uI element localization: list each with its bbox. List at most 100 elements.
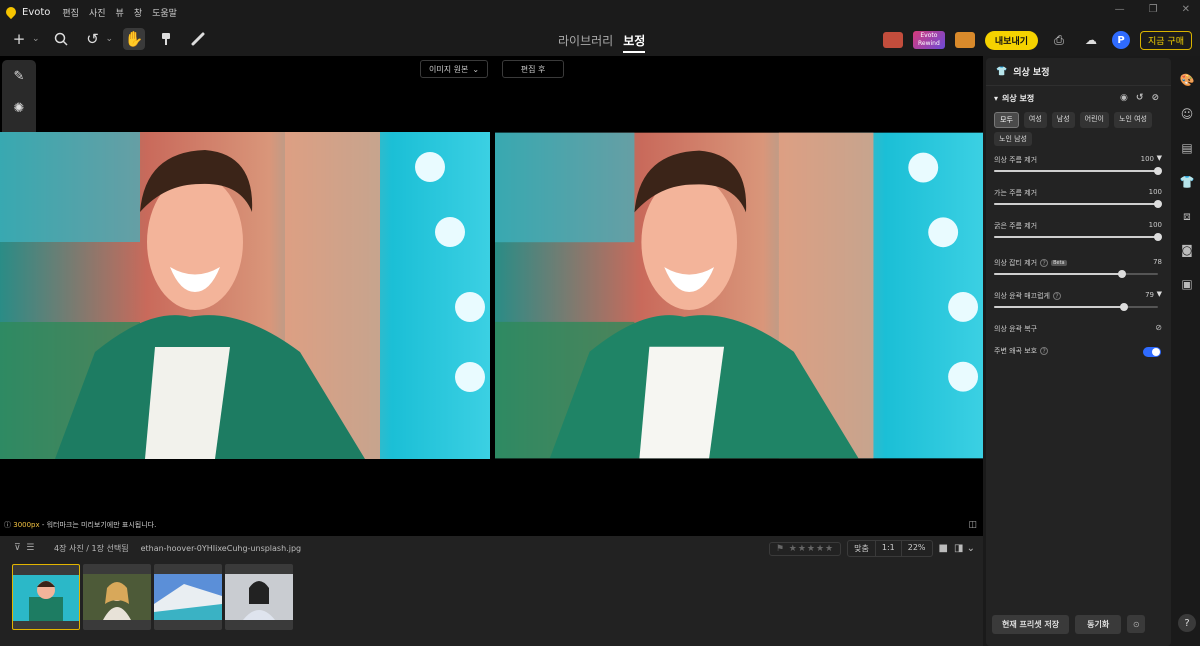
- thumbnail-1[interactable]: [12, 564, 80, 630]
- resolution-label: 3000px: [13, 521, 40, 529]
- crop-icon[interactable]: ⧈: [1183, 204, 1191, 228]
- toolbar: + ⌄ ↺ ⌄ ✋ 라이브러리 보정 Evoto Rewind 내보내기 ⎙ ☁…: [0, 24, 1200, 56]
- rating-stars[interactable]: ⚑ ★★★★★: [768, 541, 842, 556]
- single-view-icon[interactable]: ■: [939, 543, 948, 554]
- search-icon[interactable]: [50, 28, 72, 50]
- chip-child[interactable]: 어린이: [1079, 112, 1109, 128]
- slider-value: 79: [1145, 291, 1154, 299]
- clear-icon[interactable]: ⊘: [1151, 93, 1159, 103]
- undo-dropdown-icon[interactable]: ⌄: [106, 34, 114, 44]
- blur-icon[interactable]: ✺: [14, 101, 25, 116]
- info-icon[interactable]: ?: [1040, 347, 1049, 355]
- folder-icon[interactable]: ▣: [1181, 272, 1192, 296]
- sync-button[interactable]: 동기화: [1075, 615, 1122, 634]
- view-toggle: 이미지 원본 ⌄ 편집 후: [420, 60, 565, 78]
- hand-tool-icon[interactable]: ✋: [123, 28, 146, 50]
- thumbnail-2[interactable]: [83, 564, 151, 630]
- info-icon[interactable]: ?: [1052, 292, 1061, 300]
- close-icon[interactable]: ✕: [1182, 4, 1190, 15]
- zoom-dropdown[interactable]: 22%: [902, 541, 932, 556]
- menu-window[interactable]: 창: [134, 6, 142, 19]
- slider-label: 의상 윤곽 매끄럽게: [994, 292, 1050, 300]
- maximize-icon[interactable]: ❐: [1149, 4, 1158, 15]
- portrait-edit-icon[interactable]: ✎: [14, 69, 25, 84]
- palette-icon[interactable]: 🎨: [1180, 68, 1195, 92]
- thumbnail-3[interactable]: [154, 564, 222, 630]
- gift-icon[interactable]: [882, 32, 903, 48]
- chip-elderly-female[interactable]: 노인 여성: [1114, 112, 1152, 128]
- section-header[interactable]: ▾ 의상 보정 ◉ ↺ ⊘: [986, 90, 1171, 106]
- image-canvas[interactable]: ✎ ✺ ◷ 이미지 원본⌄ 편집 후: [0, 56, 983, 536]
- chevron-down-icon: ⌄: [472, 64, 480, 74]
- brush-tool-icon[interactable]: [155, 28, 177, 50]
- undo-icon[interactable]: ↺: [82, 28, 104, 50]
- camera-icon[interactable]: ◙: [1181, 238, 1193, 262]
- evoto-rewind-badge[interactable]: Evoto Rewind: [912, 31, 945, 49]
- slider-knob[interactable]: [1154, 233, 1162, 241]
- current-filename: ethan-hoover-0YHIixeCuhg-unsplash.jpg: [140, 543, 302, 553]
- distortion-protect-row: 주변 왜곡 보호 ?: [994, 346, 1162, 356]
- tab-library[interactable]: 라이브러리: [558, 32, 613, 53]
- clothing-icon[interactable]: 👕: [1180, 170, 1195, 194]
- slider-knob[interactable]: [1154, 200, 1162, 208]
- filter-icon[interactable]: ⊽ ☰: [14, 543, 34, 553]
- slider-knob[interactable]: [1117, 270, 1126, 278]
- fit-button[interactable]: 맞춤: [848, 541, 876, 556]
- after-view-button[interactable]: 편집 후: [502, 60, 565, 78]
- original-view-dropdown[interactable]: 이미지 원본 ⌄: [420, 60, 489, 78]
- contour-restore-label: 의상 윤곽 복구: [994, 325, 1038, 333]
- zoom-controls: 맞춤 1:1 22%: [847, 540, 933, 557]
- save-preset-button[interactable]: 현재 프리셋 저장: [992, 615, 1070, 634]
- menu-help[interactable]: 도움말: [152, 6, 177, 19]
- cloud-icon[interactable]: ☁: [1080, 29, 1102, 51]
- app-name: Evoto: [22, 6, 51, 18]
- chip-elderly-male[interactable]: 노인 남성: [994, 132, 1032, 146]
- distortion-protect-toggle[interactable]: [1143, 347, 1161, 357]
- avatar[interactable]: P: [1112, 31, 1131, 49]
- filmstrip: [0, 560, 983, 646]
- buy-now-button[interactable]: 지금 구매: [1140, 30, 1192, 50]
- slider-track[interactable]: [994, 200, 1162, 208]
- dropdown-caret-icon[interactable]: ▼: [1157, 154, 1162, 162]
- chip-male[interactable]: 남성: [1051, 112, 1075, 128]
- slider-label: 의상 주름 제거: [994, 156, 1038, 164]
- help-icon[interactable]: ?: [1178, 614, 1196, 632]
- info-icon[interactable]: ?: [1040, 259, 1049, 267]
- dropdown-caret-icon[interactable]: ▼: [1157, 290, 1162, 298]
- slider-track[interactable]: [994, 303, 1158, 311]
- eraser-tool-icon[interactable]: [187, 28, 209, 50]
- add-icon[interactable]: +: [8, 28, 30, 50]
- tab-retouch[interactable]: 보정: [623, 32, 646, 53]
- minimize-icon[interactable]: —: [1115, 4, 1125, 15]
- promo-ticket-icon[interactable]: [954, 32, 975, 48]
- slider-track[interactable]: [994, 233, 1162, 241]
- compare-split-icon[interactable]: ◫: [968, 520, 977, 530]
- reset-icon[interactable]: ↺: [1136, 93, 1144, 103]
- menu-view[interactable]: 뷰: [116, 6, 124, 19]
- thumbnail-4[interactable]: [225, 564, 293, 630]
- restore-brush-icon[interactable]: ⊘: [1155, 323, 1162, 332]
- slider-knob[interactable]: [1154, 167, 1162, 175]
- sync-settings-icon[interactable]: ⊙: [1127, 615, 1146, 633]
- chip-female[interactable]: 여성: [1023, 112, 1047, 128]
- title-bar: Evoto 편집 사진 뷰 창 도움말 — ❐ ✕: [0, 0, 1200, 24]
- visibility-icon[interactable]: ◉: [1120, 93, 1128, 103]
- tool-rail: 🎨 ☺ ▤ 👕 ⧈ ◙ ▣: [1174, 58, 1200, 646]
- panel-title: 의상 보정: [1013, 68, 1050, 78]
- collapse-caret-icon[interactable]: ▾: [994, 94, 998, 103]
- filmstrip-toolbar: ⊽ ☰ 4장 사진 / 1장 선택됨 ethan-hoover-0YHIixeC…: [0, 536, 983, 560]
- menu-photo[interactable]: 사진: [89, 6, 106, 19]
- slider-track[interactable]: [994, 270, 1158, 278]
- export-settings-icon[interactable]: ⎙: [1048, 29, 1070, 51]
- slider-track[interactable]: [994, 167, 1162, 175]
- add-dropdown-icon[interactable]: ⌄: [32, 34, 40, 44]
- face-icon[interactable]: ☺: [1181, 102, 1194, 126]
- slider-value: 78: [1153, 258, 1162, 266]
- menu-edit[interactable]: 편집: [62, 6, 79, 19]
- export-button[interactable]: 내보내기: [984, 30, 1039, 50]
- ratio-button[interactable]: 1:1: [876, 541, 902, 556]
- background-icon[interactable]: ▤: [1181, 136, 1192, 160]
- compare-view-icon[interactable]: ◨ ⌄: [954, 543, 975, 554]
- slider-knob[interactable]: [1119, 303, 1128, 311]
- chip-all[interactable]: 모두: [994, 112, 1019, 128]
